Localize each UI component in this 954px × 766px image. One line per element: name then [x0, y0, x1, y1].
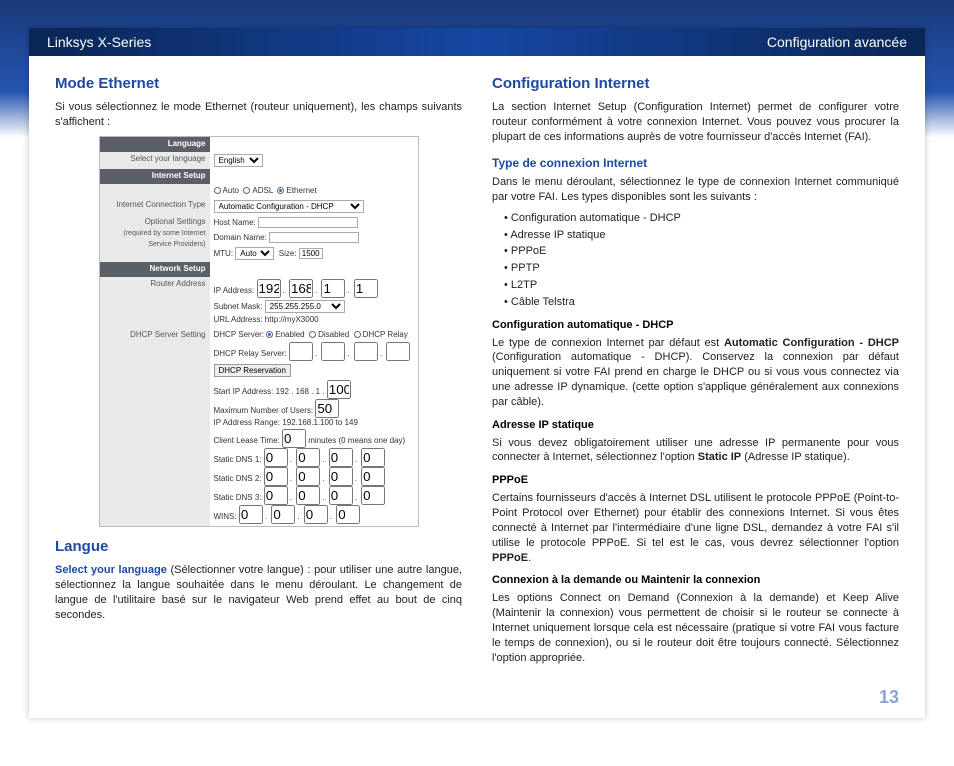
radio-dhcp-relay[interactable] — [354, 331, 361, 338]
list-item: Adresse IP statique — [504, 228, 899, 243]
radio-ethernet[interactable] — [277, 187, 284, 194]
conn-type-list: Configuration automatique - DHCP Adresse… — [492, 211, 899, 310]
list-item: Câble Telstra — [504, 295, 899, 310]
shot-ip-0[interactable] — [257, 279, 281, 298]
shot-select-ict[interactable]: Automatic Configuration - DHCP — [214, 200, 364, 213]
shot-input-hostname[interactable] — [258, 217, 358, 228]
shot-select-language[interactable]: English — [214, 154, 263, 167]
radio-dhcp-disabled[interactable] — [309, 331, 316, 338]
para-langue: Select your language (Sélectionner votre… — [55, 563, 462, 622]
list-item: L2TP — [504, 278, 899, 293]
shot-sec-network: Network Setup — [100, 262, 210, 277]
shot-row-select-lang: Select your language — [100, 152, 210, 169]
shot-btn-dhcp-reservation[interactable]: DHCP Reservation — [214, 364, 291, 377]
shot-ip-1[interactable] — [289, 279, 313, 298]
shot-sec-language: Language — [100, 137, 210, 152]
shot-row-optset: Optional Settings (required by some Inte… — [100, 215, 210, 262]
heading-langue: Langue — [55, 537, 462, 557]
shot-input-mtu-size[interactable] — [299, 248, 323, 259]
header-left: Linksys X-Series — [47, 34, 151, 50]
shot-input-maxusers[interactable] — [315, 399, 339, 418]
para-pppoe: Certains fournisseurs d'accès à Internet… — [492, 491, 899, 565]
shot-input-domain[interactable] — [269, 232, 359, 243]
heading-dhcp: Configuration automatique - DHCP — [492, 318, 899, 333]
list-item: Configuration automatique - DHCP — [504, 211, 899, 226]
heading-type-conn: Type de connexion Internet — [492, 155, 899, 171]
para-type-conn: Dans le menu déroulant, sélectionnez le … — [492, 175, 899, 205]
radio-auto[interactable] — [214, 187, 221, 194]
shot-row-ict: Internet Connection Type — [100, 198, 210, 215]
heading-static: Adresse IP statique — [492, 418, 899, 433]
page-number: 13 — [879, 687, 899, 708]
shot-row-router: Router Address — [100, 277, 210, 328]
heading-conn-demand: Connexion à la demande ou Maintenir la c… — [492, 573, 899, 588]
heading-pppoe: PPPoE — [492, 473, 899, 488]
content-columns: Mode Ethernet Si vous sélectionnez le mo… — [29, 56, 925, 718]
list-item: PPPoE — [504, 244, 899, 259]
heading-conf-internet: Configuration Internet — [492, 74, 899, 94]
page-header: Linksys X-Series Configuration avancée — [29, 28, 925, 56]
para-static: Si vous devez obligatoirement utiliser u… — [492, 436, 899, 466]
para-ethernet: Si vous sélectionnez le mode Ethernet (r… — [55, 100, 462, 130]
header-right: Configuration avancée — [767, 34, 907, 50]
shot-select-mtu[interactable]: Auto — [235, 247, 274, 260]
shot-sec-internet: Internet Setup — [100, 169, 210, 184]
langue-lead: Select your language — [55, 564, 167, 576]
shot-input-startip[interactable] — [327, 380, 351, 399]
right-column: Configuration Internet La section Intern… — [492, 70, 899, 710]
para-dhcp: Le type de connexion Internet par défaut… — [492, 336, 899, 410]
radio-dhcp-enabled[interactable] — [266, 331, 273, 338]
document-page: Linksys X-Series Configuration avancée M… — [29, 28, 925, 718]
left-column: Mode Ethernet Si vous sélectionnez le mo… — [55, 70, 462, 710]
shot-row-dhcpset: DHCP Server Setting — [100, 328, 210, 527]
shot-select-subnet[interactable]: 255.255.255.0 — [265, 300, 345, 313]
heading-ethernet: Mode Ethernet — [55, 74, 462, 94]
para-conn-demand: Les options Connect on Demand (Connexion… — [492, 591, 899, 665]
shot-row-mode: Auto ADSL Ethernet — [210, 184, 418, 199]
shot-input-lease[interactable] — [282, 429, 306, 448]
para-conf-internet: La section Internet Setup (Configuration… — [492, 100, 899, 145]
shot-ip-2[interactable] — [321, 279, 345, 298]
shot-ip-3[interactable] — [354, 279, 378, 298]
router-admin-screenshot: Language Select your language English In… — [99, 136, 419, 527]
radio-adsl[interactable] — [243, 187, 250, 194]
list-item: PPTP — [504, 261, 899, 276]
